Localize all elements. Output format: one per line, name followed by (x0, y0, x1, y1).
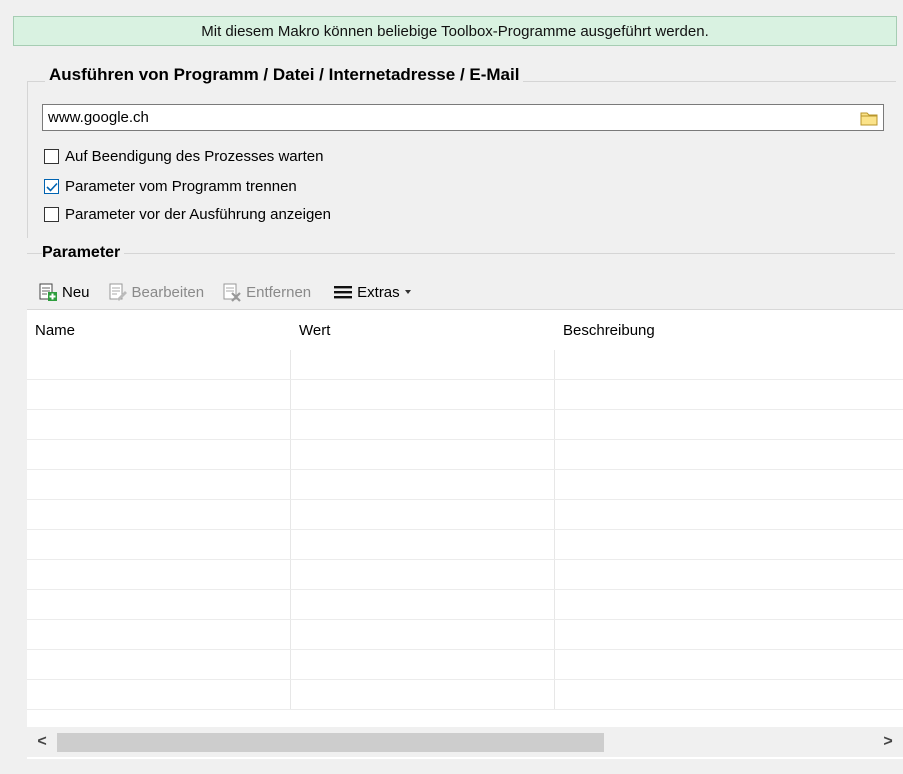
table-row (27, 410, 903, 440)
table-row (27, 530, 903, 560)
horizontal-scrollbar[interactable]: < > (27, 727, 903, 757)
delete-document-icon (223, 283, 241, 302)
extras-menu-button[interactable]: Extras (333, 284, 418, 301)
checkbox-separate[interactable] (44, 179, 59, 194)
extras-button-label: Extras (357, 283, 400, 301)
remove-button[interactable]: Entfernen (222, 282, 317, 302)
scroll-right-button[interactable]: > (873, 727, 903, 757)
option-label: Parameter vom Programm trennen (65, 178, 297, 195)
parameter-section-title: Parameter (42, 244, 125, 262)
new-button-label: Neu (62, 283, 90, 301)
option-label: Parameter vor der Ausführung anzeigen (65, 206, 331, 223)
column-header-name[interactable]: Name (27, 310, 291, 350)
checkbox-show[interactable] (44, 207, 59, 222)
checkbox-wait[interactable] (44, 149, 59, 164)
grid-body (27, 350, 903, 710)
browse-folder-button[interactable] (859, 109, 879, 127)
option-separate-params[interactable]: Parameter vom Programm trennen (44, 178, 297, 195)
option-label: Auf Beendigung des Prozesses warten (65, 148, 324, 165)
path-field-container (42, 104, 884, 131)
edit-document-icon (109, 283, 127, 301)
table-row (27, 440, 903, 470)
hamburger-menu-icon (334, 286, 353, 299)
grid-header: Name Wert Beschreibung (27, 310, 903, 350)
option-wait-for-process[interactable]: Auf Beendigung des Prozesses warten (44, 148, 324, 165)
remove-button-label: Entfernen (246, 283, 312, 301)
table-row (27, 620, 903, 650)
table-row (27, 500, 903, 530)
exec-group-title: Ausführen von Programm / Datei / Interne… (45, 65, 524, 85)
scroll-thumb[interactable] (57, 733, 604, 752)
path-input[interactable] (43, 105, 859, 130)
edit-button-label: Bearbeiten (131, 283, 205, 301)
column-header-value[interactable]: Wert (291, 310, 555, 350)
table-row (27, 350, 903, 380)
edit-button[interactable]: Bearbeiten (108, 282, 211, 302)
option-show-params[interactable]: Parameter vor der Ausführung anzeigen (44, 206, 331, 223)
table-row (27, 590, 903, 620)
column-header-description[interactable]: Beschreibung (555, 310, 903, 350)
scroll-track[interactable] (57, 727, 873, 757)
new-button[interactable]: Neu (38, 282, 96, 302)
checkmark-icon (45, 182, 58, 192)
table-row (27, 650, 903, 680)
table-row (27, 560, 903, 590)
parameter-grid[interactable]: Name Wert Beschreibung (27, 309, 903, 759)
parameter-toolbar: Neu Bearbeiten Entfernen Extras (38, 280, 418, 304)
dropdown-arrow-icon (404, 290, 411, 294)
info-banner: Mit diesem Makro können beliebige Toolbo… (13, 16, 897, 46)
table-row (27, 680, 903, 710)
table-row (27, 380, 903, 410)
scroll-left-button[interactable]: < (27, 727, 57, 757)
new-document-icon (39, 283, 57, 301)
parameter-divider (27, 253, 895, 254)
table-row (27, 470, 903, 500)
folder-icon (860, 112, 878, 125)
